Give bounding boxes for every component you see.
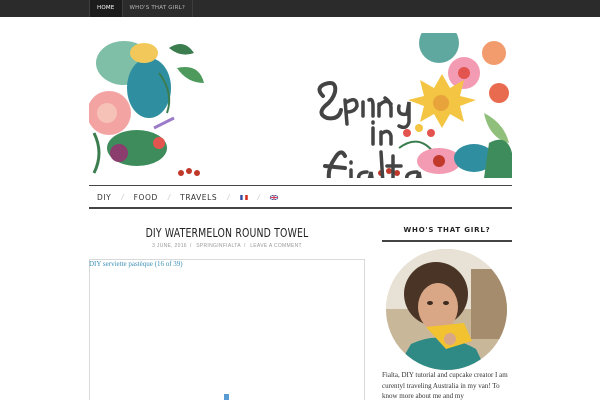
header-banner[interactable] — [89, 33, 512, 178]
topnav-home-link[interactable]: HOME — [89, 0, 122, 17]
post-image[interactable] — [89, 259, 365, 400]
french-flag-icon[interactable] — [239, 194, 248, 200]
post-image-alt-text[interactable]: DIY serviette pastèque (16 of 39) — [89, 260, 183, 268]
image-placeholder-icon — [224, 394, 229, 400]
nav-separator: / — [167, 192, 171, 202]
topnav-whos-that-girl-link[interactable]: WHO'S THAT GIRL? — [121, 0, 193, 17]
post-date: 3 JUNE, 2016 — [152, 243, 187, 249]
author-avatar — [386, 249, 507, 370]
site-logo — [317, 81, 422, 178]
nav-separator: / — [227, 192, 230, 202]
top-navigation: HOME WHO'S THAT GIRL? — [89, 0, 193, 17]
nav-item-travels[interactable]: TRAVELS — [180, 193, 217, 202]
post-title[interactable]: DIY WATERMELON ROUND TOWEL — [119, 226, 334, 240]
post-author[interactable]: SPRINGINFIALTA — [196, 243, 241, 249]
nav-item-diy[interactable]: DIY — [97, 193, 111, 202]
widget-title-underline — [382, 240, 512, 242]
nav-separator: / — [121, 192, 124, 202]
post-meta: 3 JUNE, 2016/ SPRINGINFIALTA / LEAVE A CO… — [152, 243, 302, 249]
main-navigation: DIY / FOOD / TRAVELS / / — [89, 185, 512, 209]
english-flag-icon[interactable] — [269, 194, 278, 200]
sidebar-widget-title: WHO'S THAT GIRL? — [403, 226, 491, 234]
post-comments-link[interactable]: LEAVE A COMMENT — [250, 243, 302, 249]
nav-separator: / — [257, 192, 260, 202]
avatar-photo — [386, 249, 507, 370]
nav-item-food[interactable]: FOOD — [134, 193, 158, 202]
author-bio: Fialta, DIY tutorial and cupcake creator… — [382, 371, 508, 400]
